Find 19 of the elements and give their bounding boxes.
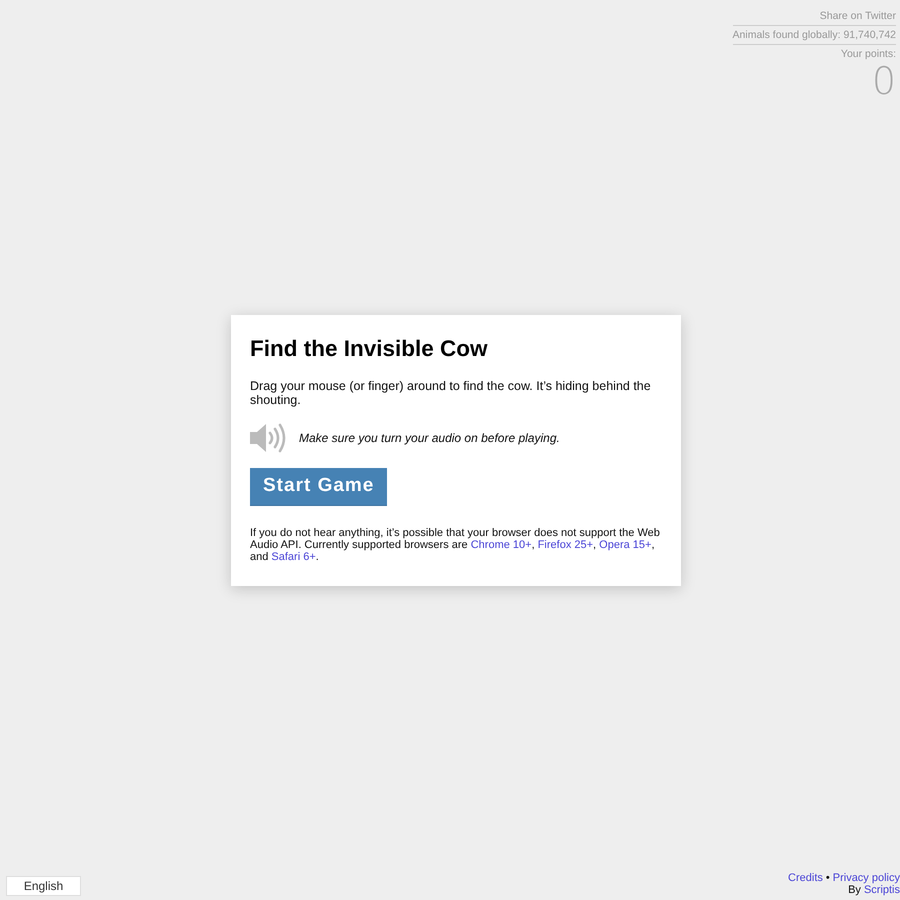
browser-link[interactable]: Safari 6+ bbox=[271, 550, 316, 562]
points-label: Your points: bbox=[840, 47, 896, 61]
browser-link[interactable]: Firefox 25+ bbox=[538, 538, 594, 550]
start-game-button[interactable]: Start Game bbox=[250, 468, 388, 506]
browser-support-note: If you do not hear anything, it’s possible that your browser does not support the Web Audio API. Currently supported browsers are Chrome 10+, Firefox 25+, Opera 15+, and Safari 6+. bbox=[250, 526, 661, 562]
browser-link[interactable]: Opera 15+ bbox=[599, 538, 652, 550]
language-select[interactable]: English bbox=[6, 876, 81, 896]
footer-link[interactable]: Credits bbox=[788, 872, 823, 884]
separator: • bbox=[826, 872, 830, 884]
footer-link[interactable]: Privacy policy bbox=[832, 872, 900, 884]
animals-found-counter: Animals found globally: 91,740,742 bbox=[732, 26, 896, 45]
author-link[interactable]: Scriptis bbox=[864, 884, 900, 896]
speaker-icon bbox=[250, 422, 287, 452]
points-value: 0 bbox=[872, 61, 896, 101]
intro-text: Drag your mouse (or finger) around to find the cow. It’s hiding behind the shouting. bbox=[250, 378, 652, 406]
audio-note: Make sure you turn your audio on before playing. bbox=[299, 430, 560, 446]
byline-text: By bbox=[848, 884, 861, 896]
card-title: Find the Invisible Cow bbox=[250, 334, 489, 362]
browser-link[interactable]: Chrome 10+ bbox=[470, 538, 532, 550]
